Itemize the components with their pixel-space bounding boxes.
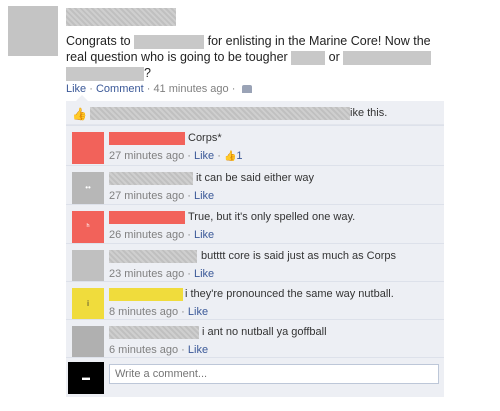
post-text-part: real question who is going to be tougher	[66, 50, 288, 64]
comment-text: Corps*	[188, 132, 222, 144]
commenter-name-redacted[interactable]	[109, 172, 193, 185]
post-text-part: for enlisting in the Marine Core! Now th…	[207, 34, 431, 48]
poster-avatar[interactable]	[8, 6, 58, 56]
comment-item: ʰ True, but it's only spelled one way. 2…	[66, 204, 444, 243]
post-text-part: Congrats to	[66, 34, 131, 48]
commenter-avatar[interactable]	[72, 132, 104, 164]
comments-panel: 👍 ike this. Corps* 27 minutes ago · Like…	[66, 101, 444, 397]
comment-like-link[interactable]: Like	[188, 306, 208, 318]
comment-like-link[interactable]: Like	[188, 344, 208, 356]
commenter-name-redacted[interactable]	[109, 211, 185, 224]
separator: ·	[228, 83, 239, 95]
comment-text: i they're pronounced the same way nutbal…	[185, 288, 394, 300]
comment-text: it can be said either way	[196, 172, 315, 184]
redacted-name	[134, 34, 205, 49]
separator: ·	[143, 83, 154, 95]
redacted-name	[343, 50, 432, 65]
post-time: 41 minutes ago	[153, 83, 229, 95]
commenter-name-redacted[interactable]	[109, 250, 197, 263]
comment-meta: 8 minutes ago · Like	[109, 306, 209, 318]
comment-item: Corps* 27 minutes ago · Like · 👍1	[66, 125, 444, 165]
comment-time: 6 minutes ago	[109, 344, 179, 356]
comment-text: butttt core is said just as much as Corp…	[201, 250, 397, 262]
separator: ·	[86, 83, 96, 95]
thumbs-up-icon: 👍	[72, 107, 87, 121]
comment-like-link[interactable]: Like	[194, 150, 214, 162]
comment-text: True, but it's only spelled one way.	[188, 211, 356, 223]
comment-meta: 27 minutes ago · Like · 👍1	[109, 150, 243, 162]
post-meta: Like · Comment · 41 minutes ago ·	[66, 83, 253, 95]
likes-row: 👍 ike this.	[66, 101, 444, 125]
commenter-avatar[interactable]: ••	[72, 172, 104, 204]
comment-item: i i they're pronounced the same way nutb…	[66, 281, 444, 320]
comment-meta: 26 minutes ago · Like	[109, 229, 215, 241]
like-link[interactable]: Like	[66, 83, 86, 95]
poster-name-redacted[interactable]	[66, 8, 176, 26]
comment-item: butttt core is said just as much as Corp…	[66, 243, 444, 282]
comment-meta: 6 minutes ago · Like	[109, 344, 209, 356]
post-text: Congrats to for enlisting in the Marine …	[66, 33, 466, 81]
post-text-part: or	[328, 50, 340, 64]
comment-like-count[interactable]: 1	[236, 150, 242, 162]
current-user-avatar: ▬	[68, 362, 104, 394]
comment-like-link[interactable]: Like	[194, 268, 214, 280]
comment-item: •• it can be said either way 27 minutes …	[66, 165, 444, 204]
likers-redacted[interactable]	[90, 107, 350, 120]
comment-like-link[interactable]: Like	[194, 229, 214, 241]
comment-item: i ant no nutball ya goffball 6 minutes a…	[66, 319, 444, 358]
redacted-name	[66, 66, 144, 81]
comment-time: 27 minutes ago	[109, 150, 185, 162]
write-comment-input[interactable]	[109, 364, 439, 384]
commenter-name-redacted[interactable]	[109, 288, 183, 301]
write-comment-row: ▬	[66, 357, 444, 397]
comment-time: 8 minutes ago	[109, 306, 179, 318]
comment-time: 26 minutes ago	[109, 229, 185, 241]
commenter-avatar[interactable]: ʰ	[72, 211, 104, 243]
commenter-name-redacted[interactable]	[109, 326, 199, 339]
likes-text: ike this.	[350, 107, 388, 119]
redacted-name	[291, 50, 326, 65]
commenter-name-redacted[interactable]	[109, 132, 185, 145]
commenter-avatar[interactable]: i	[72, 288, 104, 320]
comment-time: 23 minutes ago	[109, 268, 185, 280]
friends-icon	[242, 85, 253, 94]
comment-meta: 23 minutes ago · Like	[109, 268, 215, 280]
commenter-avatar[interactable]	[72, 326, 104, 358]
thumbs-up-icon: 👍	[223, 151, 237, 162]
comment-meta: 27 minutes ago · Like	[109, 190, 215, 202]
comment-like-link[interactable]: Like	[194, 190, 214, 202]
comment-link[interactable]: Comment	[96, 83, 144, 95]
comment-text: i ant no nutball ya goffball	[202, 326, 327, 338]
post-text-part: ?	[144, 66, 151, 80]
comment-time: 27 minutes ago	[109, 190, 185, 202]
commenter-avatar[interactable]	[72, 250, 104, 282]
